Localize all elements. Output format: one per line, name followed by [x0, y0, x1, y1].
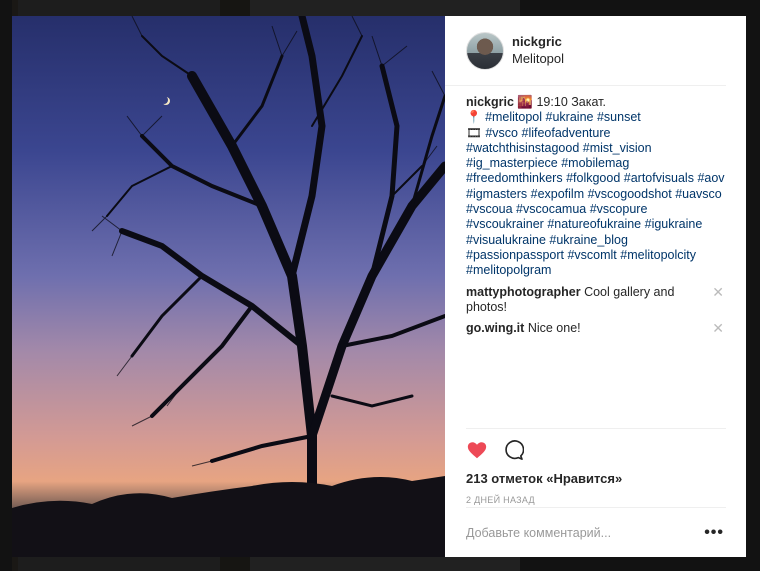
hashtag[interactable]: #passionpassport: [466, 248, 564, 262]
hashtag[interactable]: #vscoukrainer: [466, 217, 544, 231]
hashtag[interactable]: #natureofukraine: [547, 217, 641, 231]
hashtag[interactable]: #vscomlt: [567, 248, 616, 262]
caption-username[interactable]: nickgric: [466, 95, 514, 109]
post-header: nickgric Melitopol: [445, 16, 726, 86]
hashtag[interactable]: #ukraine_blog: [549, 233, 628, 247]
comment-username[interactable]: mattyphotographer: [466, 285, 581, 299]
post-photo[interactable]: [12, 16, 445, 557]
film-emoji: 🎞: [466, 125, 482, 140]
hashtag[interactable]: #melitopol: [485, 110, 542, 124]
comment-item: go.wing.it Nice one! ✕: [466, 321, 726, 336]
pin-emoji: 📍: [466, 110, 482, 125]
hashtag[interactable]: #igmasters: [466, 187, 527, 201]
comment-item: mattyphotographer Cool gallery and photo…: [466, 285, 726, 316]
hashtag[interactable]: #uavsco: [675, 187, 722, 201]
hashtag[interactable]: #watchthisinstagood: [466, 141, 579, 155]
author-username[interactable]: nickgric: [512, 34, 564, 50]
post-date[interactable]: 2 ДНЕЙ НАЗАД: [466, 495, 726, 505]
comment-bubble-icon[interactable]: [502, 439, 524, 461]
hashtag[interactable]: #lifeofadventure: [522, 126, 611, 140]
caption-text: 19:10 Закат.: [536, 95, 606, 109]
hashtag[interactable]: #igukraine: [645, 217, 703, 231]
hashtag[interactable]: #vsco: [485, 126, 518, 140]
hashtag[interactable]: #ukraine: [546, 110, 594, 124]
post-actions: 213 отметок «Нравится» 2 ДНЕЙ НАЗАД: [466, 428, 726, 505]
hashtag[interactable]: #vscocamua: [516, 202, 586, 216]
comment-input[interactable]: Добавьте комментарий...: [466, 526, 611, 540]
hashtag[interactable]: #sunset: [597, 110, 641, 124]
hashtag[interactable]: #expofilm: [531, 187, 585, 201]
sunset-emoji: 🌇: [517, 95, 533, 109]
more-options-icon[interactable]: •••: [704, 524, 724, 542]
hashtag[interactable]: #visualukraine: [466, 233, 546, 247]
post-sidebar: nickgric Melitopol nickgric 🌇 19:10 Зака…: [445, 16, 746, 557]
comment-username[interactable]: go.wing.it: [466, 321, 524, 335]
heart-icon[interactable]: [466, 439, 488, 461]
hashtag[interactable]: #vscopure: [590, 202, 648, 216]
comment-text: Nice one!: [527, 321, 581, 336]
hashtag[interactable]: #vscogoodshot: [588, 187, 672, 201]
close-icon[interactable]: ✕: [712, 321, 724, 335]
hashtag[interactable]: #ig_masterpiece: [466, 156, 558, 170]
post-modal: nickgric Melitopol nickgric 🌇 19:10 Зака…: [12, 16, 746, 557]
hashtag[interactable]: #mist_vision: [583, 141, 652, 155]
close-icon[interactable]: ✕: [712, 285, 724, 299]
hashtag-list: #vsco #lifeofadventure #watchthisinstago…: [466, 126, 725, 278]
hashtag[interactable]: #melitopolcity: [620, 248, 696, 262]
hashtag[interactable]: #melitopolgram: [466, 263, 551, 277]
add-comment-bar: Добавьте комментарий... •••: [466, 507, 726, 558]
hashtag[interactable]: #artofvisuals: [624, 171, 694, 185]
hashtag[interactable]: #freedomthinkers: [466, 171, 563, 185]
caption: nickgric 🌇 19:10 Закат. 📍 #melitopol #uk…: [466, 95, 726, 279]
hashtag[interactable]: #mobilemag: [561, 156, 629, 170]
hashtag[interactable]: #folkgood: [566, 171, 620, 185]
likes-count[interactable]: 213 отметок «Нравится»: [466, 471, 726, 486]
hashtag[interactable]: #aov: [697, 171, 724, 185]
hashtag[interactable]: #vscoua: [466, 202, 513, 216]
avatar[interactable]: [466, 31, 504, 70]
comments-list: nickgric 🌇 19:10 Закат. 📍 #melitopol #uk…: [466, 95, 726, 336]
post-location[interactable]: Melitopol: [512, 51, 564, 67]
tree-silhouette: [12, 16, 445, 557]
